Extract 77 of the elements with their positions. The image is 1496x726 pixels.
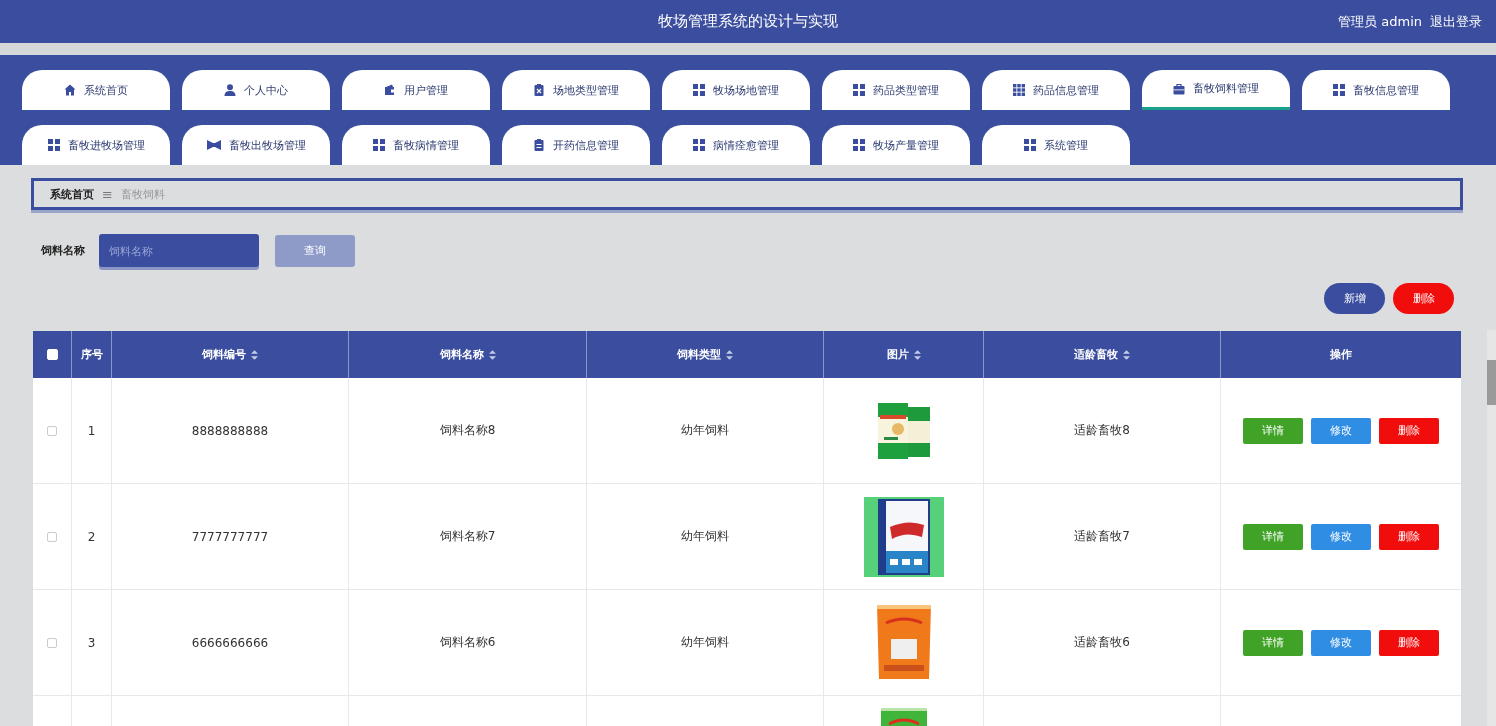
column-header[interactable]: 图片 [824,331,984,378]
column-header: 序号 [72,331,112,378]
row-action-button[interactable]: 删除 [1379,417,1439,444]
nav-tab[interactable]: 场地类型管理 [502,70,650,110]
row-action-button[interactable]: 删除 [1379,523,1439,550]
search-field[interactable]: 饲料名称 [99,234,259,267]
app-title: 牧场管理系统的设计与实现 [658,12,838,31]
nav-tab[interactable]: 用户管理 [342,70,490,110]
table-cell: 幼年饲料 [681,422,729,439]
grid-icon [693,84,705,96]
sort-icon[interactable] [1123,349,1130,360]
table-cell: 1 [87,423,96,438]
logout-link[interactable]: 退出登录 [1430,12,1482,31]
nav-tab[interactable]: 畜牧饲料管理 [1142,70,1290,110]
table-cell: 幼年饲料 [681,528,729,545]
grid-icon [693,139,705,151]
nav-tab[interactable]: 牧场场地管理 [662,70,810,110]
scrollbar[interactable] [1487,330,1496,726]
table-cell: 适龄畜牧6 [1074,634,1130,651]
grid-icon [47,139,60,151]
column-header: 操作 [1329,347,1353,363]
clipboard-icon [533,139,545,151]
table-cell: 幼年饲料 [681,634,729,651]
sort-icon[interactable] [251,349,258,360]
nav-tab[interactable]: 开药信息管理 [502,125,650,165]
nav-tab[interactable]: 畜牧信息管理 [1302,70,1450,110]
add-button[interactable]: 新增 [1324,283,1385,314]
table-cell: 饲料名称8 [439,422,496,439]
sort-icon[interactable] [726,349,733,360]
table-cell: 8888888888 [191,423,269,438]
nav-tab[interactable]: 畜牧病情管理 [342,125,490,165]
nav-tab[interactable]: 药品信息管理 [982,70,1130,110]
user-name: 管理员 admin [1338,12,1422,31]
row-action-button[interactable]: 删除 [1379,629,1439,656]
breadcrumb-separator: ≡ [102,186,113,202]
grid-icon [373,139,385,151]
table-cell: 3 [87,635,96,650]
table-cell: 饲料名称6 [439,634,496,651]
column-header[interactable]: 饲料编号 [112,331,349,378]
grid-icon [1333,84,1345,96]
nav-tab[interactable]: 系统首页 [22,70,170,110]
table-cell: 适龄畜牧8 [1074,422,1130,439]
sort-icon[interactable] [488,349,496,360]
nav-tab[interactable]: 病情痊愈管理 [662,125,810,165]
column-header[interactable]: 饲料类型 [587,331,824,378]
delete-button[interactable]: 删除 [1393,283,1454,314]
wallet-icon [384,84,396,96]
nav-tab[interactable]: 畜牧出牧场管理 [182,125,330,165]
row-checkbox[interactable] [47,531,57,542]
breadcrumb-current: 畜牧饲料 [120,186,165,202]
grid-icon [1013,84,1025,96]
field-label: 饲料名称 [41,243,85,258]
column-header[interactable]: 饲料名称 [349,331,587,378]
sort-icon[interactable] [913,349,921,360]
nav-tab[interactable]: 畜牧进牧场管理 [22,125,170,165]
column-header[interactable]: 适龄畜牧 [984,331,1221,378]
table-cell: 7777777777 [191,529,269,544]
nav-tab[interactable]: 牧场产量管理 [822,125,970,165]
grid-icon [853,84,865,96]
grid-icon [853,139,865,151]
bowtie-icon [206,139,221,151]
table-cell: 2 [87,529,96,544]
table-cell: 饲料名称7 [439,528,496,545]
select-all-checkbox[interactable] [46,349,58,360]
row-checkbox[interactable] [47,637,57,648]
home-icon [64,84,76,96]
user-icon [224,84,236,96]
nav-tab[interactable]: 系统管理 [982,125,1130,165]
table-cell: 适龄畜牧7 [1074,528,1130,545]
clipboard-icon [533,84,545,96]
nav-tab[interactable]: 个人中心 [182,70,330,110]
table-cell: 6666666666 [191,635,269,650]
nav-tab[interactable]: 药品类型管理 [822,70,970,110]
briefcase-icon [1173,82,1185,95]
grid-icon [1024,139,1036,151]
row-checkbox[interactable] [47,425,57,436]
breadcrumb-link[interactable]: 系统首页 [50,186,94,202]
